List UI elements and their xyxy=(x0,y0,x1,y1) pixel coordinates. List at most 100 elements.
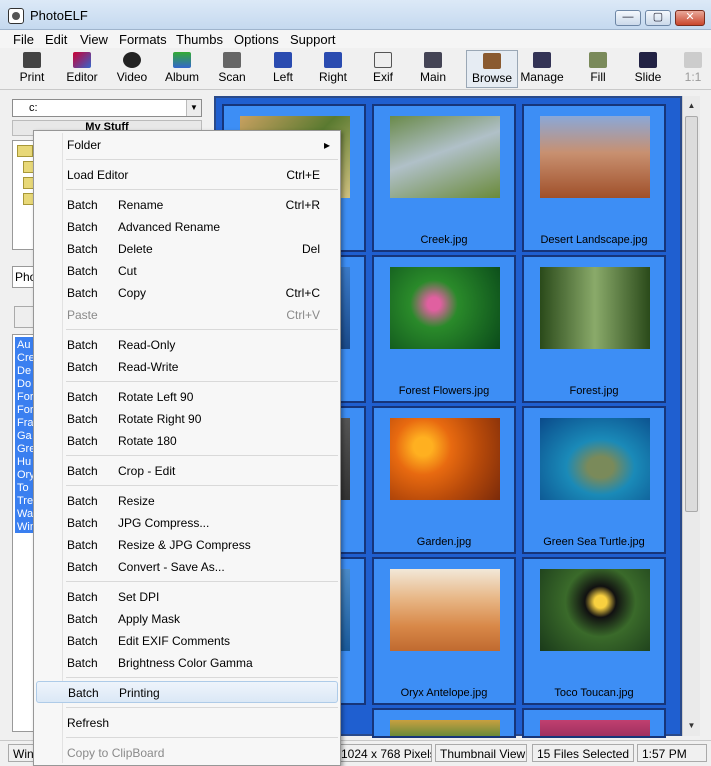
thumbnail-image xyxy=(390,720,500,736)
thumbnail-cell[interactable] xyxy=(372,708,516,738)
title-bar: PhotoELF — ▢ ✕ xyxy=(0,0,711,30)
slideshow-icon xyxy=(639,52,657,68)
minimize-button[interactable]: — xyxy=(615,10,641,26)
thumbnail-cell[interactable]: Forest.jpg xyxy=(522,255,666,403)
thumbnail-cell[interactable]: Forest Flowers.jpg xyxy=(372,255,516,403)
menu-item-batch-read-only[interactable]: Batch Read-Only xyxy=(34,334,340,356)
close-button[interactable]: ✕ xyxy=(675,10,705,26)
browse-icon xyxy=(483,53,501,69)
editor-button[interactable]: Editor xyxy=(57,50,107,88)
menu-item-load-editor[interactable]: Load Editor Ctrl+E xyxy=(34,164,340,186)
menu-separator xyxy=(66,737,338,738)
menu-thumbs[interactable]: Thumbs xyxy=(176,32,223,47)
menu-item-refresh[interactable]: Refresh xyxy=(34,712,340,734)
thumbnail-cell[interactable] xyxy=(522,708,666,738)
list-item[interactable]: To xyxy=(17,482,29,494)
menu-item-batch-apply-mask[interactable]: Batch Apply Mask xyxy=(34,608,340,630)
menu-item-batch-read-write[interactable]: Batch Read-Write xyxy=(34,356,340,378)
list-item[interactable]: De xyxy=(17,365,31,377)
thumbnail-cell[interactable]: Toco Toucan.jpg xyxy=(522,557,666,705)
menu-item-batch-resize[interactable]: Batch Resize xyxy=(34,490,340,512)
main-button[interactable]: Main xyxy=(408,50,458,88)
thumbnail-cell[interactable]: Creek.jpg xyxy=(372,104,516,252)
menu-file[interactable]: File xyxy=(13,32,34,47)
album-button[interactable]: Album xyxy=(157,50,207,88)
menu-item-batch-crop-edit[interactable]: Batch Crop - Edit xyxy=(34,460,340,482)
maximize-button[interactable]: ▢ xyxy=(645,10,671,26)
actual-size-button[interactable]: 1:1 xyxy=(678,50,708,88)
rotate-right-button[interactable]: Right xyxy=(308,50,358,88)
menu-options[interactable]: Options xyxy=(234,32,279,47)
thumbnail-cell[interactable]: Oryx Antelope.jpg xyxy=(372,557,516,705)
folder-icon xyxy=(17,145,33,157)
menu-separator xyxy=(66,329,338,330)
exif-icon xyxy=(374,52,392,68)
menu-item-batch-delete[interactable]: Batch Delete Del xyxy=(34,238,340,260)
menu-item-batch-brightness[interactable]: Batch Brightness Color Gamma xyxy=(34,652,340,674)
menu-item-batch-printing[interactable]: Batch Printing xyxy=(36,681,338,703)
menu-item-batch-convert-save-as[interactable]: Batch Convert - Save As... xyxy=(34,556,340,578)
browse-button[interactable]: Browse xyxy=(466,50,518,88)
scroll-down-icon[interactable]: ▼ xyxy=(683,718,700,734)
menu-item-batch-rename[interactable]: Batch Rename Ctrl+R xyxy=(34,194,340,216)
menu-item-batch-set-dpi[interactable]: Batch Set DPI xyxy=(34,586,340,608)
menu-item-batch-edit-exif[interactable]: Batch Edit EXIF Comments xyxy=(34,630,340,652)
menu-item-folder[interactable]: Folder ▸ xyxy=(34,134,340,156)
menu-item-batch-rotate-right[interactable]: Batch Rotate Right 90 xyxy=(34,408,340,430)
paint-brush-icon xyxy=(73,52,91,68)
menu-item-batch-cut[interactable]: Batch Cut xyxy=(34,260,340,282)
menu-item-batch-advanced-rename[interactable]: Batch Advanced Rename xyxy=(34,216,340,238)
list-item[interactable]: Do xyxy=(17,378,31,390)
thumbnail-image xyxy=(540,116,650,198)
video-button[interactable]: Video xyxy=(107,50,157,88)
actual-size-icon xyxy=(684,52,702,68)
slide-button[interactable]: Slide xyxy=(623,50,673,88)
menu-item-batch-copy[interactable]: Batch Copy Ctrl+C xyxy=(34,282,340,304)
chevron-down-icon[interactable]: ▼ xyxy=(186,100,201,116)
menu-separator xyxy=(66,159,338,160)
fill-icon xyxy=(589,52,607,68)
status-time: 1:57 PM xyxy=(637,744,707,762)
menu-separator xyxy=(66,677,338,678)
list-item[interactable]: For xyxy=(17,404,34,416)
toolbar: Print Editor Video Album Scan Left Right… xyxy=(0,48,711,90)
exif-button[interactable]: Exif xyxy=(358,50,408,88)
list-item[interactable]: Au xyxy=(17,339,30,351)
printer-icon xyxy=(23,52,41,68)
menu-support[interactable]: Support xyxy=(290,32,336,47)
menu-edit[interactable]: Edit xyxy=(45,32,67,47)
menu-item-copy-clipboard[interactable]: Copy to ClipBoard xyxy=(34,742,340,764)
thumbnail-cell[interactable]: Green Sea Turtle.jpg xyxy=(522,406,666,554)
photoelf-app-icon[interactable] xyxy=(8,8,24,24)
menu-item-batch-resize-jpg-compress[interactable]: Batch Resize & JPG Compress xyxy=(34,534,340,556)
menu-item-batch-rotate-left[interactable]: Batch Rotate Left 90 xyxy=(34,386,340,408)
status-view: Thumbnail View xyxy=(435,744,527,762)
thumbnail-cell[interactable]: Garden.jpg xyxy=(372,406,516,554)
fill-button[interactable]: Fill xyxy=(573,50,623,88)
rotate-left-button[interactable]: Left xyxy=(258,50,308,88)
list-item[interactable]: Fra xyxy=(17,417,34,429)
list-item[interactable]: Ga xyxy=(17,430,32,442)
menu-item-batch-jpg-compress[interactable]: Batch JPG Compress... xyxy=(34,512,340,534)
manage-button[interactable]: Manage xyxy=(516,50,568,88)
scan-button[interactable]: Scan xyxy=(207,50,257,88)
thumbnail-cell[interactable]: Desert Landscape.jpg xyxy=(522,104,666,252)
list-item[interactable]: For xyxy=(17,391,34,403)
menu-item-batch-rotate-180[interactable]: Batch Rotate 180 xyxy=(34,430,340,452)
print-button[interactable]: Print xyxy=(7,50,57,88)
list-item[interactable]: Hu xyxy=(17,456,31,468)
window-title: PhotoELF xyxy=(30,8,88,23)
menu-separator xyxy=(66,707,338,708)
scroll-thumb[interactable] xyxy=(685,116,698,512)
drive-select[interactable]: c: ▼ xyxy=(12,99,202,117)
list-item[interactable]: Tre xyxy=(17,495,33,507)
list-item[interactable]: Wa xyxy=(17,508,33,520)
vertical-scrollbar[interactable]: ▲ ▼ xyxy=(682,96,700,736)
context-menu: Folder ▸ Load Editor Ctrl+E Batch Rename… xyxy=(33,130,341,766)
status-selected: 15 Files Selected xyxy=(532,744,634,762)
menu-item-paste[interactable]: Paste Ctrl+V xyxy=(34,304,340,326)
scroll-up-icon[interactable]: ▲ xyxy=(683,98,700,114)
menu-view[interactable]: View xyxy=(80,32,108,47)
album-icon xyxy=(173,52,191,68)
menu-formats[interactable]: Formats xyxy=(119,32,167,47)
